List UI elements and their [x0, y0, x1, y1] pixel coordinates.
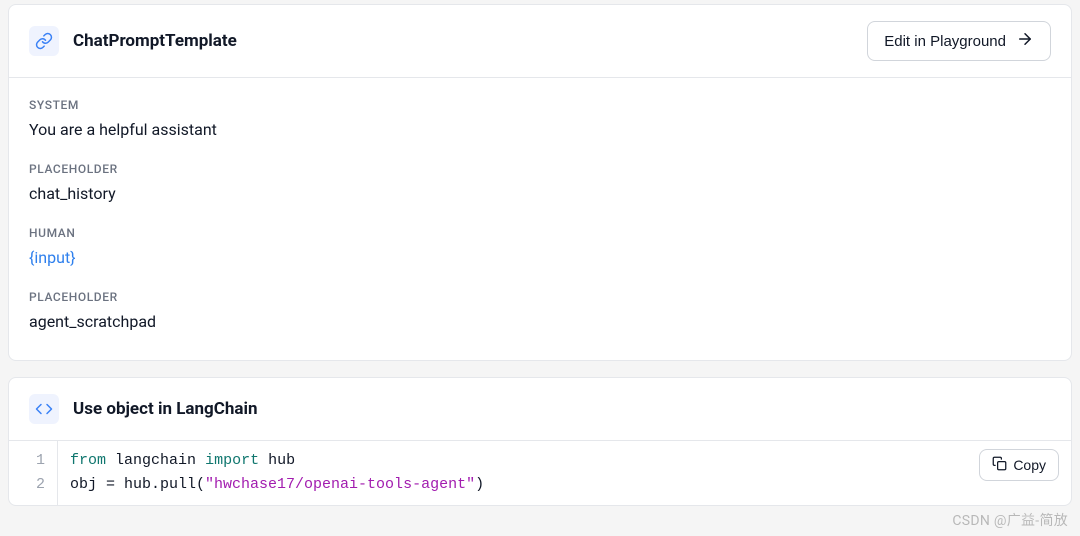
- edit-in-playground-button[interactable]: Edit in Playground: [867, 21, 1051, 61]
- message-block-placeholder: PLACEHOLDER chat_history: [29, 162, 1051, 206]
- copy-button[interactable]: Copy: [979, 449, 1059, 481]
- card-header-left: Use object in LangChain: [29, 394, 258, 424]
- code-card-header: Use object in LangChain: [9, 378, 1071, 440]
- arrow-right-icon: [1016, 30, 1034, 52]
- line-number: 1: [9, 449, 57, 473]
- message-label: PLACEHOLDER: [29, 290, 1051, 304]
- message-block-human: HUMAN {input}: [29, 226, 1051, 270]
- code-line: obj = hub.pull("hwchase17/openai-tools-a…: [58, 473, 1071, 497]
- message-content: {input}: [29, 246, 1051, 270]
- message-label: PLACEHOLDER: [29, 162, 1051, 176]
- card-title: ChatPromptTemplate: [73, 31, 237, 51]
- message-label: SYSTEM: [29, 98, 1051, 112]
- code-area: 1 2 from langchain import hub obj = hub.…: [9, 440, 1071, 505]
- message-content: chat_history: [29, 182, 1051, 206]
- line-number: 2: [9, 473, 57, 497]
- card-header: ChatPromptTemplate Edit in Playground: [9, 5, 1071, 78]
- prompt-template-card: ChatPromptTemplate Edit in Playground SY…: [8, 4, 1072, 361]
- message-block-system: SYSTEM You are a helpful assistant: [29, 98, 1051, 142]
- copy-label: Copy: [1013, 457, 1046, 473]
- message-block-placeholder: PLACEHOLDER agent_scratchpad: [29, 290, 1051, 334]
- message-content: agent_scratchpad: [29, 310, 1051, 334]
- code-card-title: Use object in LangChain: [73, 399, 258, 419]
- card-header-left: ChatPromptTemplate: [29, 26, 237, 56]
- copy-icon: [992, 456, 1007, 474]
- code-line: from langchain import hub: [58, 449, 1071, 473]
- code-icon: [29, 394, 59, 424]
- edit-button-label: Edit in Playground: [884, 33, 1006, 50]
- messages-body: SYSTEM You are a helpful assistant PLACE…: [9, 78, 1071, 360]
- link-icon: [29, 26, 59, 56]
- watermark: CSDN @广益-简放: [952, 510, 1068, 530]
- message-label: HUMAN: [29, 226, 1051, 240]
- message-content: You are a helpful assistant: [29, 118, 1051, 142]
- code-usage-card: Use object in LangChain 1 2 from langcha…: [8, 377, 1072, 506]
- code-gutter: 1 2: [9, 441, 57, 505]
- code-lines[interactable]: from langchain import hub obj = hub.pull…: [57, 441, 1071, 505]
